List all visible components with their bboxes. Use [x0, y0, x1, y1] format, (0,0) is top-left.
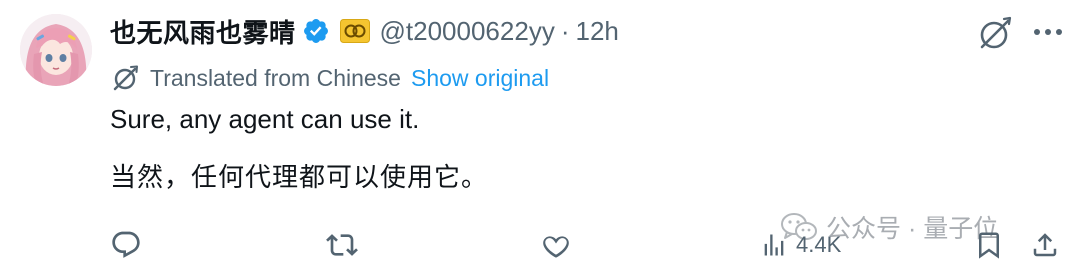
author-handle[interactable]: @t20000622yy — [380, 16, 555, 47]
meta-separator: · — [560, 15, 570, 46]
repost-button[interactable] — [326, 228, 358, 262]
translation-bar: Translated from Chinese Show original — [110, 62, 549, 94]
translate-icon — [110, 63, 140, 93]
views-button[interactable]: 4.4K — [760, 228, 841, 262]
more-icon[interactable] — [1028, 14, 1068, 50]
bookmark-button[interactable] — [974, 228, 1004, 262]
display-name[interactable]: 也无风雨也雾晴 — [110, 13, 296, 50]
tweet-text-translated: Sure, any agent can use it. — [110, 104, 420, 134]
avatar-image — [20, 14, 92, 86]
analytics-icon — [764, 234, 784, 256]
bookmark-icon — [979, 232, 999, 259]
like-button[interactable] — [540, 228, 572, 262]
repost-icon — [326, 234, 358, 256]
affiliate-badge-icon[interactable] — [339, 19, 370, 43]
show-original-link[interactable]: Show original — [411, 65, 549, 92]
watermark-text: 公众号 · 量子位 — [826, 215, 999, 243]
reply-button[interactable] — [110, 228, 142, 262]
tweet-header: 也无风雨也雾晴 @t20000622yy · 12h — [110, 12, 619, 50]
heart-icon — [543, 236, 569, 258]
share-icon — [1033, 233, 1057, 257]
share-button[interactable] — [1030, 228, 1060, 262]
avatar[interactable] — [20, 14, 92, 86]
grok-icon[interactable] — [974, 14, 1014, 54]
reply-icon — [112, 231, 140, 258]
tweet-text-original: 当然，任何代理都可以使用它。 — [110, 162, 489, 192]
tweet-timestamp[interactable]: 12h — [575, 16, 618, 47]
verified-badge-icon[interactable] — [302, 17, 330, 45]
views-count: 4.4K — [796, 232, 842, 257]
translated-from-label: Translated from Chinese — [150, 64, 401, 91]
tweet-card: 也无风雨也雾晴 @t20000622yy · 12h Translated fr… — [0, 0, 1080, 270]
